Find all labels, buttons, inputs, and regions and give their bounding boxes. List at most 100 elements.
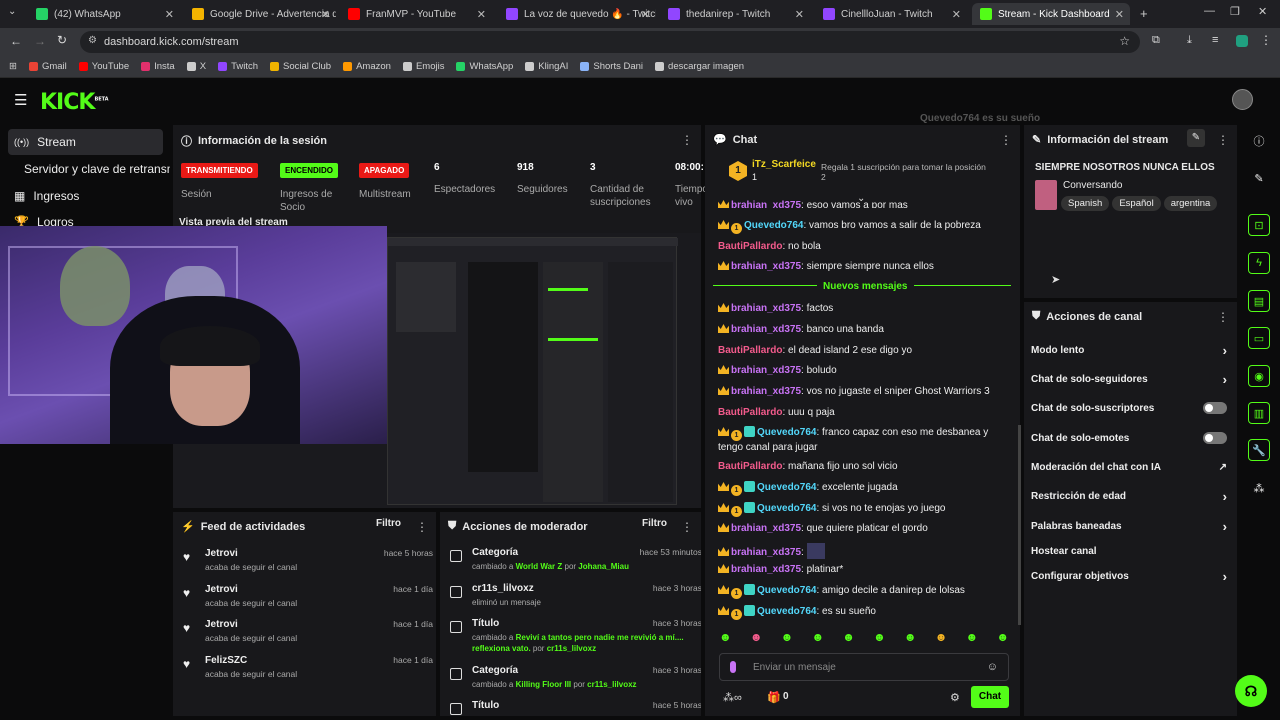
close-tab-icon[interactable]: ✕ (641, 8, 650, 21)
send-chat-button[interactable]: Chat (971, 686, 1009, 708)
media-icon[interactable]: ≡ (1212, 34, 1218, 46)
chat-username[interactable]: Quevedo764 (757, 503, 816, 514)
toggle-switch[interactable] (1203, 432, 1227, 444)
screen-icon[interactable]: ⊡ (1248, 214, 1270, 236)
channel-action-item[interactable]: Palabras baneadas › (1031, 518, 1227, 534)
site-info-icon[interactable]: ⚙ (88, 35, 97, 46)
channel-action-item[interactable]: Modo lento › (1031, 342, 1227, 358)
help-button[interactable]: ☊ (1235, 675, 1267, 707)
url-input[interactable]: ⚙ dashboard.kick.com/stream ☆ (80, 31, 1140, 53)
bookmark-item[interactable]: Twitch (218, 61, 258, 72)
channel-action-item[interactable]: Chat de solo-emotes (1031, 430, 1227, 446)
forward-icon[interactable]: → (34, 34, 46, 48)
edit-stream-info-button[interactable]: ✎ (1187, 129, 1205, 147)
close-tab-icon[interactable]: ✕ (795, 8, 804, 21)
bookmark-item[interactable]: Gmail (28, 61, 67, 72)
channel-action-item[interactable]: Chat de solo-seguidores › (1031, 371, 1227, 387)
browser-tab[interactable]: CinellloJuan - Twitch ✕ (815, 3, 967, 25)
more-options-icon[interactable]: ⋮ (1000, 133, 1012, 147)
bookmark-item[interactable]: YouTube (78, 61, 129, 72)
chat-username[interactable]: brahian_xd375 (731, 365, 801, 376)
user-avatar[interactable] (1232, 89, 1253, 110)
chat-username[interactable]: brahian_xd375 (731, 386, 801, 397)
channel-action-item[interactable]: Configurar objetivos › (1031, 568, 1227, 584)
browser-tab[interactable]: thedanirep - Twitch ✕ (660, 3, 810, 25)
more-options-icon[interactable]: ⋮ (681, 133, 693, 147)
users-icon[interactable]: ⁂ (1248, 477, 1270, 499)
extensions-icon[interactable]: ⧉ (1152, 34, 1160, 47)
browser-tab[interactable]: FranMVP - YouTube ✕ (340, 3, 492, 25)
pencil-icon[interactable]: ✎ (1248, 167, 1270, 189)
sidebar-item-stream[interactable]: ((•)) Stream (8, 129, 163, 155)
gift-icon[interactable]: 🎁 (767, 691, 781, 704)
document-icon[interactable]: ▤ (1248, 290, 1270, 312)
wrench-icon[interactable]: 🔧 (1248, 439, 1270, 461)
more-options-icon[interactable]: ⋮ (1217, 310, 1229, 324)
filter-button[interactable]: Filtro (642, 518, 667, 529)
info-icon[interactable]: ⓘ (1248, 130, 1270, 152)
close-tab-icon[interactable]: ✕ (1115, 8, 1124, 21)
bookmark-item[interactable]: X (186, 61, 206, 72)
bookmark-item[interactable]: Insta (141, 61, 175, 72)
channel-action-item[interactable]: Restricción de edad › (1031, 488, 1227, 504)
browser-tab[interactable]: Stream - Kick Dashboard ✕ (972, 3, 1130, 25)
reload-icon[interactable]: ↻ (57, 33, 67, 47)
profile-icon[interactable] (1236, 35, 1248, 47)
channel-action-item[interactable]: Moderación del chat con IA ↗ (1031, 459, 1227, 475)
chat-username[interactable]: Quevedo764 (757, 482, 816, 493)
channel-action-item[interactable]: Hostear canal (1031, 543, 1227, 559)
chat-username[interactable]: brahian_xd375 (731, 547, 801, 558)
download-icon[interactable]: ⤓ (1187, 34, 1192, 47)
infinity-icon[interactable]: ⁂∞ (723, 691, 742, 704)
chat-username[interactable]: brahian_xd375 (731, 261, 801, 272)
back-icon[interactable]: ← (10, 34, 22, 48)
maximize-icon[interactable]: ❐ (1230, 5, 1240, 18)
close-tab-icon[interactable]: ✕ (477, 8, 486, 21)
bookmark-item[interactable]: WhatsApp (456, 61, 513, 72)
sidebar-item-income[interactable]: ▦ Ingresos (8, 183, 163, 209)
bookmark-item[interactable]: Emojis (402, 61, 444, 72)
more-options-icon[interactable]: ⋮ (681, 520, 693, 534)
lightning-icon[interactable]: ϟ (1248, 252, 1270, 274)
layout-icon[interactable]: ▥ (1248, 402, 1270, 424)
channel-action-item[interactable]: Chat de solo-suscriptores (1031, 400, 1227, 416)
chat-username[interactable]: Quevedo764 (757, 427, 816, 438)
chat-username[interactable]: brahian_xd375 (731, 200, 801, 208)
apps-icon[interactable]: ⊞ (9, 61, 17, 72)
close-tab-icon[interactable]: ✕ (321, 8, 330, 21)
chat-username[interactable]: Quevedo764 (744, 220, 803, 231)
chat-settings-icon[interactable]: ⚙ (950, 691, 960, 704)
close-tab-icon[interactable]: ✕ (952, 8, 961, 21)
activity-user[interactable]: Jetrovi (205, 619, 238, 630)
emote-bar[interactable]: ☻ ☻ ☻ ☻ ☻ ☻ ☻ ☻ ☻ ☻ (719, 630, 1009, 646)
chat-username[interactable]: BautiPallardo (718, 461, 782, 472)
gift-sub-prompt[interactable]: Regala 1 suscripción para tomar la posic… (821, 162, 991, 182)
close-window-icon[interactable]: ✕ (1258, 5, 1267, 18)
chat-username[interactable]: BautiPallardo (718, 407, 782, 418)
chat-username[interactable]: brahian_xd375 (731, 523, 801, 534)
more-options-icon[interactable]: ⋮ (1217, 133, 1229, 147)
minimize-icon[interactable]: — (1204, 5, 1215, 17)
browser-tab[interactable]: (42) WhatsApp ✕ (28, 3, 180, 25)
sidebar-item-server-key[interactable]: Servidor y clave de retransmisión (8, 156, 170, 182)
chat-username[interactable]: Quevedo764 (757, 585, 816, 596)
toggle-switch[interactable] (1203, 402, 1227, 414)
chat-icon[interactable]: ▭ (1248, 327, 1270, 349)
chat-username[interactable]: brahian_xd375 (731, 324, 801, 335)
browser-menu-icon[interactable]: ⋮ (1260, 33, 1272, 47)
emoji-icon[interactable]: ☺ (987, 661, 998, 673)
chat-username[interactable]: BautiPallardo (718, 241, 782, 252)
broadcast-icon[interactable]: ◉ (1248, 365, 1270, 387)
browser-tab[interactable]: Google Drive - Advertencia de ✕ (184, 3, 336, 25)
bookmark-item[interactable]: Social Club (270, 61, 331, 72)
activity-user[interactable]: FelizSZC (205, 655, 247, 666)
bookmark-item[interactable]: Amazon (343, 61, 391, 72)
chat-username[interactable]: brahian_xd375 (731, 564, 801, 575)
bookmark-star-icon[interactable]: ☆ (1119, 34, 1130, 48)
chat-username[interactable]: brahian_xd375 (731, 303, 801, 314)
filter-button[interactable]: Filtro (376, 518, 401, 529)
chat-username[interactable]: Quevedo764 (757, 606, 816, 617)
top-gifter-name[interactable]: iTz_Scarfeice (752, 159, 816, 170)
hamburger-menu-icon[interactable]: ☰ (14, 91, 27, 109)
bookmark-item[interactable]: descargar imagen (655, 61, 744, 72)
